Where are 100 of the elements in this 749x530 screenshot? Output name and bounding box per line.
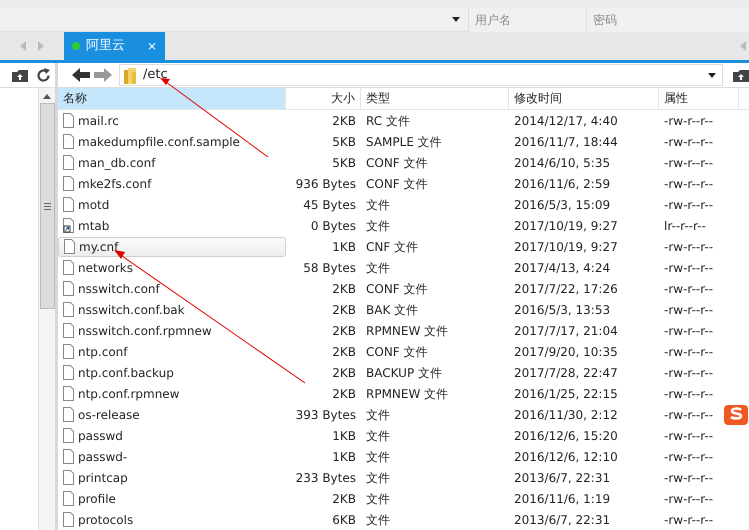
column-header[interactable]: 大小 (286, 88, 361, 109)
file-name: ntp.conf.backup (78, 364, 174, 382)
file-icon (63, 323, 74, 338)
file-attributes: -rw-r--r-- (663, 154, 714, 172)
file-name: mail.rc (78, 112, 119, 130)
modified-time: 2016/12/6, 12:10 (513, 448, 619, 466)
modified-time: 2016/11/6, 2:59 (513, 176, 612, 192)
back-arrow-icon[interactable] (72, 68, 90, 82)
file-row[interactable]: ntp.conf.backup (58, 362, 286, 382)
file-size: 1KB (331, 428, 357, 444)
file-attributes: -rw-r--r-- (663, 470, 714, 486)
file-row[interactable]: passwd (58, 426, 286, 446)
file-type: RC 文件 (365, 112, 411, 130)
modified-time: 2016/5/3, 13:53 (513, 302, 612, 318)
file-type: CONF 文件 (365, 154, 429, 172)
modified-time: 2013/6/7, 22:31 (513, 470, 612, 486)
modified-time: 2016/5/3, 15:09 (513, 196, 612, 214)
folder-up-icon[interactable] (12, 68, 28, 82)
file-type: 文件 (365, 470, 391, 486)
file-size: 2KB (331, 344, 357, 360)
file-row[interactable]: os-release (58, 404, 286, 424)
file-row[interactable]: ntp.conf.rpmnew (58, 384, 286, 404)
column-header[interactable]: 类型 (361, 88, 509, 109)
file-type: 文件 (365, 448, 391, 466)
modified-time: 2017/9/20, 10:35 (513, 344, 619, 360)
file-row[interactable]: makedumpfile.conf.sample (58, 132, 286, 152)
modified-time: 2017/10/19, 9:27 (513, 238, 619, 256)
file-type: BACKUP 文件 (365, 364, 443, 382)
username-field[interactable]: 用户名 (468, 8, 586, 32)
file-name: makedumpfile.conf.sample (78, 134, 240, 150)
file-row[interactable]: nsswitch.conf (58, 278, 286, 298)
file-row[interactable]: ntp.conf (58, 342, 286, 362)
file-attributes: -rw-r--r-- (663, 448, 714, 466)
file-icon (63, 512, 74, 527)
password-field[interactable]: 密码 (586, 8, 749, 32)
file-icon (63, 113, 74, 128)
file-size: 2KB (331, 322, 357, 340)
file-row[interactable]: networks (58, 258, 286, 278)
column-header[interactable]: 属性 (659, 88, 739, 109)
file-row[interactable]: my.cnf (58, 236, 286, 256)
file-row[interactable]: mail.rc (58, 110, 286, 130)
file-attributes: -rw-r--r-- (663, 134, 714, 150)
modified-time: 2016/12/6, 15:20 (513, 428, 619, 444)
dropdown-caret-icon[interactable] (452, 17, 460, 22)
file-name: nsswitch.conf.rpmnew (78, 322, 212, 340)
file-row[interactable]: nsswitch.conf.bak (58, 300, 286, 320)
file-attributes: -rw-r--r-- (663, 280, 714, 298)
file-size: 1KB (331, 448, 357, 466)
file-name: printcap (78, 470, 128, 486)
scroll-thumb[interactable] (40, 103, 54, 309)
file-size: 5KB (331, 154, 357, 172)
file-name: ntp.conf.rpmnew (78, 386, 180, 402)
scrollbar[interactable] (38, 88, 55, 530)
file-attributes: -rw-r--r-- (663, 196, 714, 214)
file-icon (63, 134, 74, 149)
file-row[interactable]: passwd- (58, 446, 286, 466)
column-header[interactable]: 修改时间 (509, 88, 659, 109)
file-attributes: -rw-r--r-- (663, 322, 714, 340)
input-method-icon[interactable] (723, 402, 749, 428)
file-row[interactable]: motd (58, 194, 286, 214)
column-header[interactable]: 名称 (58, 88, 286, 109)
file-row[interactable]: profile (58, 488, 286, 508)
modified-time: 2017/10/19, 9:27 (513, 218, 619, 234)
file-type: 文件 (365, 406, 391, 424)
file-type: 文件 (365, 490, 391, 508)
file-row[interactable]: mtab (58, 216, 286, 236)
file-name: mke2fs.conf (78, 176, 152, 192)
file-type: RPMNEW 文件 (365, 322, 450, 340)
file-type: CONF 文件 (365, 344, 429, 360)
file-icon (63, 407, 74, 422)
file-icon (64, 239, 75, 254)
file-size: 233 Bytes (294, 470, 357, 486)
modified-time: 2017/7/17, 21:04 (513, 322, 619, 340)
file-icon (63, 470, 74, 485)
file-row[interactable]: man_db.conf (58, 152, 286, 172)
file-attributes: -rw-r--r-- (663, 386, 714, 402)
file-row[interactable]: printcap (58, 468, 286, 488)
file-row[interactable]: mke2fs.conf (58, 174, 286, 194)
file-attributes: -rw-r--r-- (663, 176, 714, 192)
file-name: mtab (78, 218, 110, 234)
file-name: ntp.conf (78, 344, 128, 360)
folder-up-icon[interactable] (733, 68, 749, 82)
file-size: 2KB (331, 364, 357, 382)
file-row[interactable]: protocols (58, 510, 286, 530)
file-name: nsswitch.conf.bak (78, 302, 185, 318)
file-type: BAK 文件 (365, 302, 420, 318)
file-size: 2KB (331, 386, 357, 402)
file-icon (63, 386, 74, 401)
file-size: 0 Bytes (310, 218, 357, 234)
scroll-up-icon[interactable] (43, 94, 51, 99)
file-row[interactable]: nsswitch.conf.rpmnew (58, 320, 286, 340)
file-attributes: -rw-r--r-- (663, 112, 714, 130)
file-name: passwd (78, 428, 123, 444)
shortcut-file-icon (63, 218, 74, 233)
file-type: 文件 (365, 512, 391, 528)
file-name: passwd- (78, 448, 128, 466)
refresh-icon[interactable] (36, 68, 51, 82)
file-icon (63, 449, 74, 464)
file-attributes: -rw-r--r-- (663, 260, 714, 276)
file-icon (63, 281, 74, 296)
